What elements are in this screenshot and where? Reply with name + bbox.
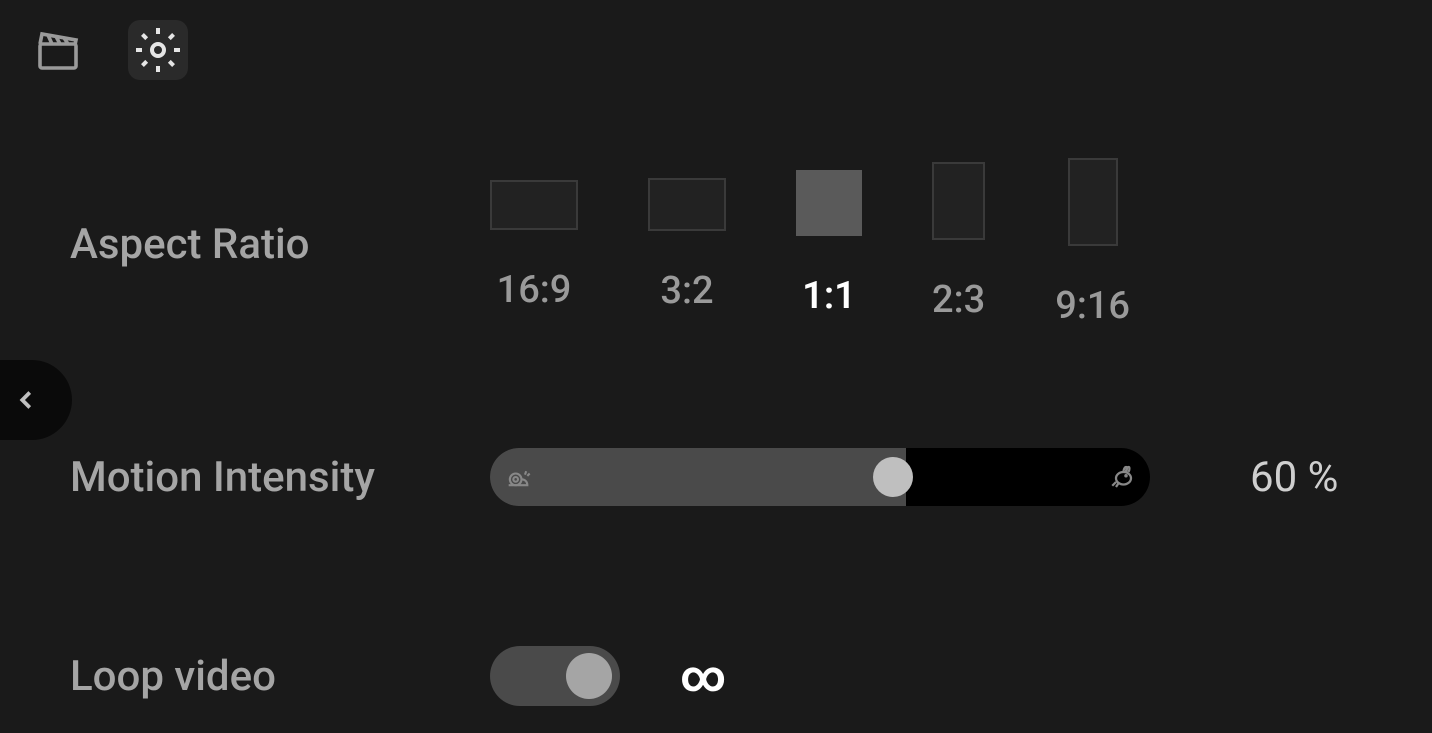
loop-video-label: Loop video <box>70 652 490 701</box>
aspect-box-9-16 <box>1068 158 1118 246</box>
aspect-text: 16:9 <box>497 268 572 312</box>
motion-intensity-slider[interactable] <box>490 448 1150 506</box>
motion-intensity-row: Motion Intensity 60 % <box>70 448 1362 506</box>
motion-intensity-label: Motion Intensity <box>70 453 490 502</box>
rabbit-icon <box>1106 462 1136 492</box>
aspect-option-1-1[interactable]: 1:1 <box>796 180 862 318</box>
aspect-text: 2:3 <box>932 278 985 322</box>
aspect-box-1-1 <box>796 170 862 236</box>
clapperboard-tab[interactable] <box>28 20 88 80</box>
slider-thumb <box>873 457 913 497</box>
aspect-option-9-16[interactable]: 9:16 <box>1055 180 1130 328</box>
aspect-text: 1:1 <box>802 274 856 318</box>
toggle-thumb <box>566 653 612 699</box>
aspect-ratio-label: Aspect Ratio <box>70 180 490 269</box>
aspect-ratio-row: Aspect Ratio 16:9 3:2 1:1 2:3 9:16 <box>70 180 1362 328</box>
loop-video-toggle[interactable] <box>490 646 620 706</box>
snail-icon <box>504 463 532 491</box>
aspect-box-3-2 <box>648 178 726 231</box>
settings-panel: Aspect Ratio 16:9 3:2 1:1 2:3 9:16 <box>0 100 1432 706</box>
gear-icon <box>134 26 182 74</box>
aspect-box-2-3 <box>932 162 985 240</box>
toolbar <box>0 0 1432 100</box>
chevron-left-icon <box>11 380 41 420</box>
motion-slider-container: 60 % <box>490 448 1362 506</box>
infinity-icon: ∞ <box>680 650 726 702</box>
settings-tab[interactable] <box>128 20 188 80</box>
aspect-ratio-options: 16:9 3:2 1:1 2:3 9:16 <box>490 180 1130 328</box>
aspect-text: 3:2 <box>660 269 713 313</box>
aspect-option-16-9[interactable]: 16:9 <box>490 180 578 312</box>
aspect-option-2-3[interactable]: 2:3 <box>932 180 985 322</box>
aspect-text: 9:16 <box>1055 284 1130 328</box>
clapperboard-icon <box>34 26 82 74</box>
aspect-box-16-9 <box>490 180 578 230</box>
aspect-option-3-2[interactable]: 3:2 <box>648 180 726 313</box>
loop-toggle-container: ∞ <box>490 646 726 706</box>
loop-video-row: Loop video ∞ <box>70 646 1362 706</box>
slider-fill <box>490 448 906 506</box>
motion-intensity-value: 60 % <box>1250 453 1338 502</box>
